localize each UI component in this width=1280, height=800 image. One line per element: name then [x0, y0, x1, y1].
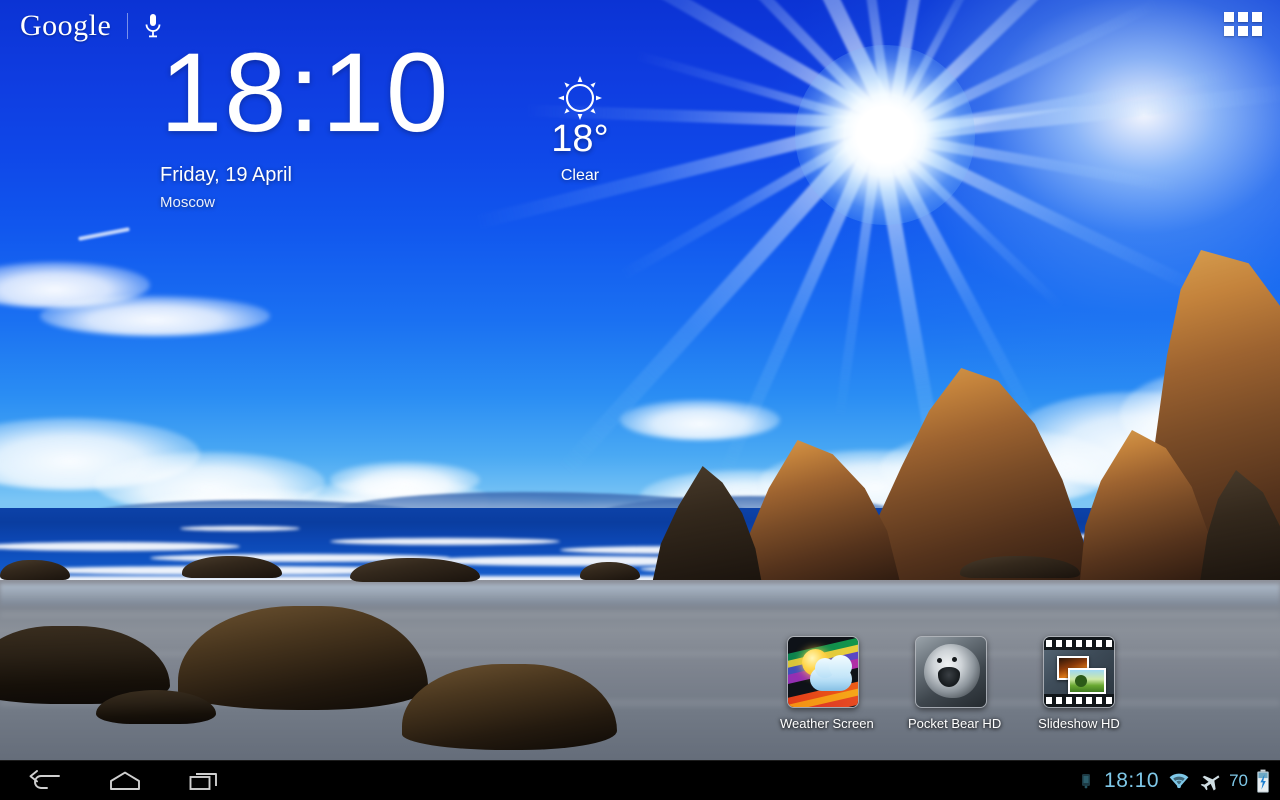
tablet-screen: Google 18:10 Friday, 19 April Moscow 18°… [0, 0, 1280, 800]
shortcut-label: Pocket Bear HD [908, 716, 1002, 731]
weather-condition: Clear [560, 167, 600, 184]
system-bar: 18:10 70 [0, 760, 1280, 800]
grid-cell [1252, 12, 1262, 22]
shortcut-label: Weather Screen [780, 716, 874, 731]
back-icon[interactable] [22, 761, 68, 800]
shortcut-slideshow-hd[interactable]: Slideshow HD [1036, 636, 1122, 731]
shortcut-label: Slideshow HD [1038, 716, 1120, 731]
shortcut-pocket-bear[interactable]: Pocket Bear HD [908, 636, 1002, 731]
slideshow-hd-app-icon[interactable] [1043, 636, 1115, 708]
grid-cell [1238, 12, 1248, 22]
weather-screen-app-icon[interactable] [787, 636, 859, 708]
recent-apps-icon[interactable] [182, 761, 228, 800]
notification-icon[interactable] [1076, 771, 1096, 791]
app-shortcuts: Weather Screen Pocket Bear HD Slideshow … [780, 636, 1122, 731]
status-bar-clock: 18:10 [1104, 768, 1160, 792]
grid-cell [1252, 26, 1262, 36]
weather-temperature: 18° [551, 118, 609, 160]
pocket-bear-app-icon[interactable] [915, 636, 987, 708]
battery-percent: 70 [1229, 770, 1248, 790]
home-icon[interactable] [102, 761, 148, 800]
weather-widget[interactable]: 18° Clear [520, 72, 640, 185]
battery-charging-icon[interactable] [1256, 769, 1270, 793]
home-screen-overlay: Google 18:10 Friday, 19 April Moscow 18°… [0, 0, 1280, 760]
airplane-mode-icon[interactable] [1199, 771, 1221, 791]
wifi-icon[interactable] [1167, 771, 1191, 791]
navigation-buttons [0, 761, 228, 800]
clock-city: Moscow [160, 194, 216, 211]
grid-cell [1224, 26, 1234, 36]
shortcut-weather-screen[interactable]: Weather Screen [780, 636, 874, 731]
google-search-bar[interactable]: Google [14, 8, 176, 44]
grid-cell [1224, 12, 1234, 22]
google-logo[interactable]: Google [14, 9, 125, 43]
divider [127, 13, 129, 39]
grid-cell [1238, 26, 1248, 36]
status-area[interactable]: 18:10 70 [1076, 761, 1280, 800]
apps-grid-icon[interactable] [1224, 12, 1262, 38]
